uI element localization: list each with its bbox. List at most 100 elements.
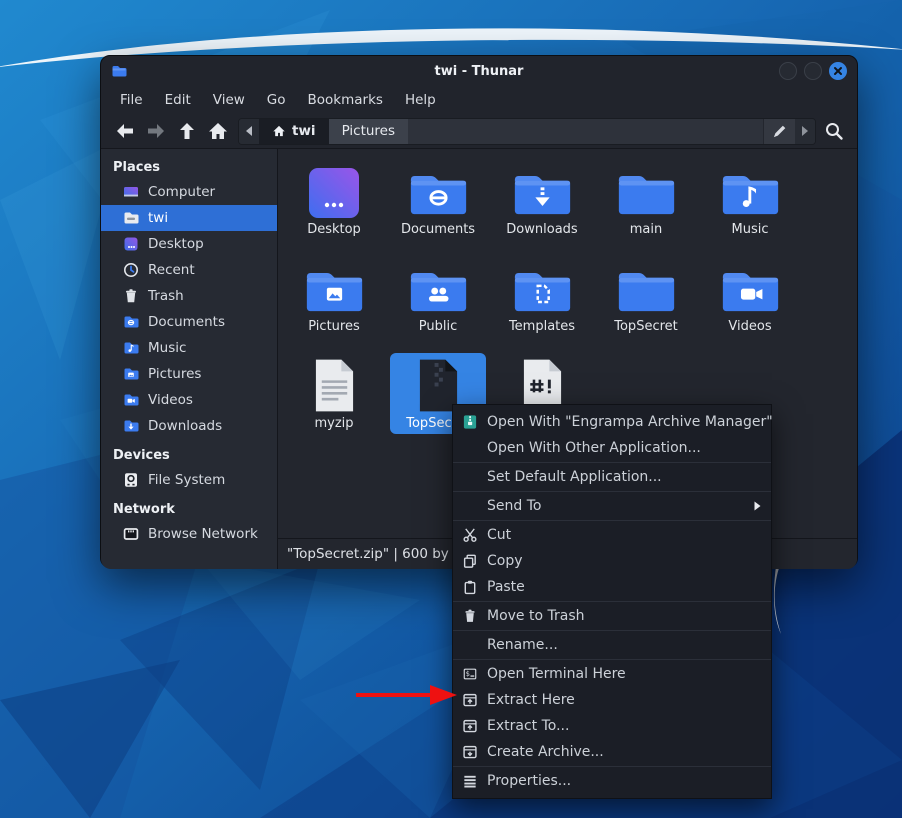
menu-item-open-terminal-here[interactable]: $ Open Terminal Here <box>453 661 771 687</box>
toolbar: twi Pictures <box>101 114 857 149</box>
menu-item-set-default-application[interactable]: Set Default Application... <box>453 464 771 490</box>
folder-item-downloads[interactable]: Downloads <box>494 159 590 240</box>
menu-item-properties[interactable]: Properties... <box>453 768 771 794</box>
folder-item-public[interactable]: Public <box>390 256 486 337</box>
folder-item-main[interactable]: main <box>598 159 694 240</box>
sidebar-item-music[interactable]: Music <box>101 335 277 361</box>
pencil-icon <box>772 124 787 139</box>
templates-folder-icon <box>512 258 573 316</box>
public-folder-icon <box>408 258 469 316</box>
sidebar-item-twi[interactable]: twi <box>101 205 277 231</box>
sidebar-item-downloads[interactable]: Downloads <box>101 413 277 439</box>
menu-item-extract-to[interactable]: Extract To... <box>453 713 771 739</box>
file-item-myzip[interactable]: myzip <box>286 353 382 434</box>
file-item-desktop[interactable]: Desktop <box>286 159 382 240</box>
menu-item-cut[interactable]: Cut <box>453 522 771 548</box>
up-button[interactable] <box>173 118 200 145</box>
menu-bookmarks[interactable]: Bookmarks <box>297 88 394 112</box>
folder-item-topsecret[interactable]: TopSecret <box>598 256 694 337</box>
menu-view[interactable]: View <box>202 88 256 112</box>
window-folder-icon <box>111 63 127 79</box>
menu-separator <box>453 766 771 767</box>
edit-path-button[interactable] <box>763 119 795 144</box>
folder-item-pictures[interactable]: Pictures <box>286 256 382 337</box>
terminal-icon: $ <box>461 666 478 683</box>
menu-item-paste[interactable]: Paste <box>453 574 771 600</box>
extract-archive-icon <box>461 692 478 709</box>
trash-icon <box>123 288 139 304</box>
plain-folder-icon <box>616 258 677 316</box>
search-button[interactable] <box>820 118 847 145</box>
sidebar-item-documents[interactable]: Documents <box>101 309 277 335</box>
sidebar-item-browse-network[interactable]: Browse Network <box>101 521 277 547</box>
computer-icon <box>123 184 139 200</box>
downloads-folder-icon <box>512 161 573 219</box>
sidebar-item-computer[interactable]: Computer <box>101 179 277 205</box>
menu-file[interactable]: File <box>109 88 154 112</box>
sidebar-item-videos[interactable]: Videos <box>101 387 277 413</box>
menu-separator <box>453 601 771 602</box>
menu-help[interactable]: Help <box>394 88 447 112</box>
sidebar-item-trash[interactable]: Trash <box>101 283 277 309</box>
documents-folder-icon <box>123 314 139 330</box>
folder-item-documents[interactable]: Documents <box>390 159 486 240</box>
window-title: twi - Thunar <box>101 64 857 79</box>
sidebar: Places Computer twi Desktop Recent Trash <box>101 149 278 569</box>
path-scroll-left-button[interactable] <box>239 119 259 144</box>
desktop-icon <box>123 236 139 252</box>
titlebar[interactable]: twi - Thunar <box>101 56 857 86</box>
menu-item-move-to-trash[interactable]: Move to Trash <box>453 603 771 629</box>
home-button[interactable] <box>204 118 231 145</box>
create-archive-icon <box>461 744 478 761</box>
submenu-arrow-icon <box>754 501 761 511</box>
pathbar: twi Pictures <box>238 118 816 145</box>
context-menu: Open With "Engrampa Archive Manager" Ope… <box>452 404 772 799</box>
places-header: Places <box>101 155 277 179</box>
music-folder-icon <box>720 161 781 219</box>
sidebar-item-desktop[interactable]: Desktop <box>101 231 277 257</box>
menu-item-open-with-other[interactable]: Open With Other Application... <box>453 435 771 461</box>
breadcrumb-pictures[interactable]: Pictures <box>329 119 408 144</box>
minimize-button[interactable] <box>779 62 797 80</box>
menu-item-send-to[interactable]: Send To <box>453 493 771 519</box>
filesystem-drive-icon <box>123 472 139 488</box>
sidebar-item-filesystem[interactable]: File System <box>101 467 277 493</box>
menu-item-create-archive[interactable]: Create Archive... <box>453 739 771 765</box>
text-document-icon <box>312 355 357 413</box>
folder-item-videos[interactable]: Videos <box>702 256 798 337</box>
annotation-arrow <box>350 680 462 714</box>
path-scroll-right-button[interactable] <box>795 119 815 144</box>
menu-separator <box>453 520 771 521</box>
breadcrumb-pictures-label: Pictures <box>342 123 395 139</box>
menu-item-open-with-engrampa[interactable]: Open With "Engrampa Archive Manager" <box>453 409 771 435</box>
paste-clipboard-icon <box>461 579 478 596</box>
home-folder-icon <box>123 210 139 226</box>
extract-archive-icon <box>461 718 478 735</box>
menubar: File Edit View Go Bookmarks Help <box>101 86 857 114</box>
videos-folder-icon <box>720 258 781 316</box>
back-button[interactable] <box>111 118 138 145</box>
menu-item-copy[interactable]: Copy <box>453 548 771 574</box>
status-text: "TopSecret.zip" | 600 by <box>287 546 449 562</box>
menu-item-extract-here[interactable]: Extract Here <box>453 687 771 713</box>
folder-item-templates[interactable]: Templates <box>494 256 590 337</box>
breadcrumb-home[interactable]: twi <box>259 119 329 144</box>
cut-scissors-icon <box>461 527 478 544</box>
sidebar-item-pictures[interactable]: Pictures <box>101 361 277 387</box>
maximize-button[interactable] <box>804 62 822 80</box>
close-button[interactable] <box>829 62 847 80</box>
documents-folder-icon <box>408 161 469 219</box>
folder-item-music[interactable]: Music <box>702 159 798 240</box>
devices-header: Devices <box>101 443 277 467</box>
svg-text:$: $ <box>465 670 469 678</box>
menu-edit[interactable]: Edit <box>154 88 202 112</box>
trash-icon <box>461 608 478 625</box>
downloads-folder-icon <box>123 418 139 434</box>
home-icon <box>272 124 286 138</box>
menu-item-rename[interactable]: Rename... <box>453 632 771 658</box>
pictures-folder-icon <box>304 258 365 316</box>
sidebar-item-recent[interactable]: Recent <box>101 257 277 283</box>
forward-button[interactable] <box>142 118 169 145</box>
breadcrumb-home-label: twi <box>292 123 316 139</box>
menu-go[interactable]: Go <box>256 88 297 112</box>
